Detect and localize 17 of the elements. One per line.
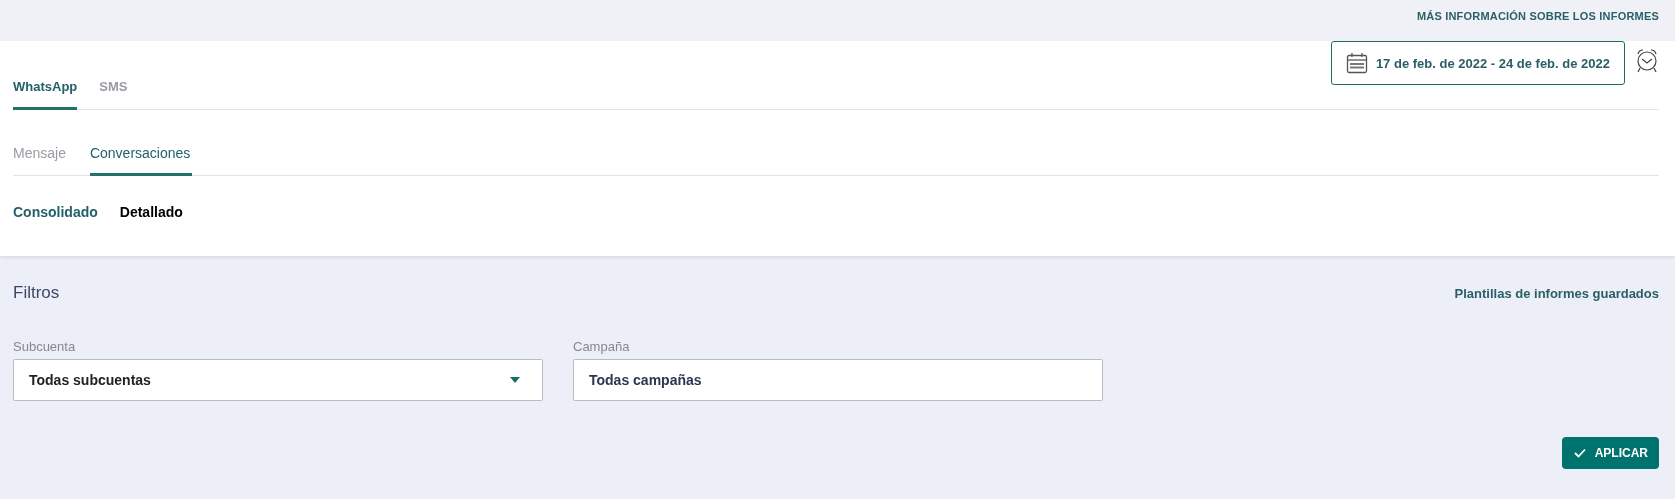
calendar-icon xyxy=(1345,52,1368,74)
filters-title: Filtros xyxy=(13,283,60,303)
type-tab[interactable]: Conversaciones xyxy=(89,134,193,176)
check-icon xyxy=(1573,448,1586,458)
field-label: Campaña xyxy=(573,339,631,354)
saved-templates-link[interactable]: Plantillas de informes guardados xyxy=(1454,285,1659,301)
input-field[interactable]: Todas campañas xyxy=(573,359,1103,401)
date-range-button[interactable]: 17 de feb. de 2022 - 24 de feb. de 2022 xyxy=(1330,41,1625,85)
channel-tab[interactable]: WhatsApp xyxy=(13,69,78,110)
reports-info-link[interactable]: MÁS INFORMACIÓN SOBRE LOS INFORMES xyxy=(1416,9,1659,22)
view-toggle[interactable]: Consolidado xyxy=(13,204,98,220)
view-toggle[interactable]: Detallado xyxy=(119,204,183,220)
field-label: Subcuenta xyxy=(13,339,77,354)
dropdown-field[interactable]: Todas subcuentas xyxy=(13,359,543,401)
alarm-clock-icon[interactable] xyxy=(1635,48,1659,74)
apply-button[interactable]: APLICAR xyxy=(1561,437,1659,469)
caret-icon xyxy=(510,377,520,383)
